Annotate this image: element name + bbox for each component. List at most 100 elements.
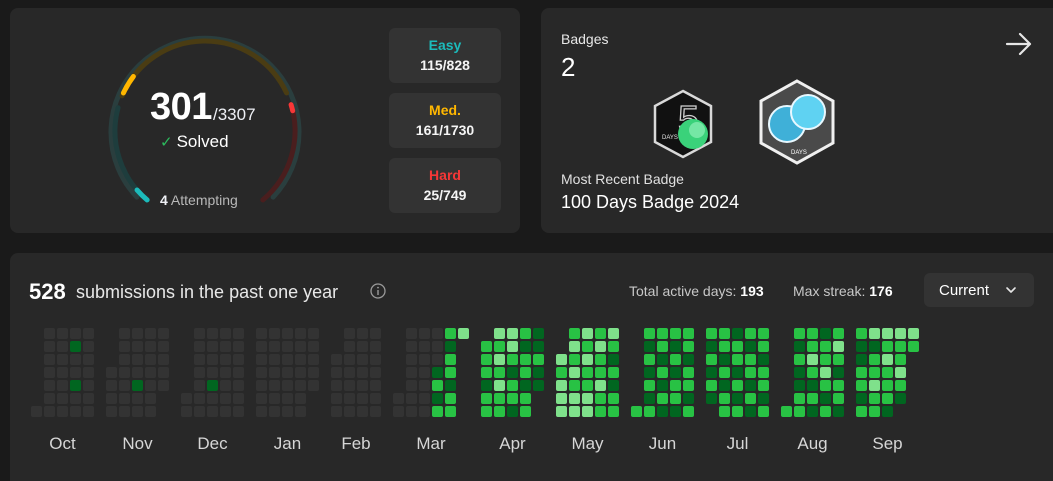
heatmap-day-cell[interactable] — [406, 393, 417, 404]
heatmap-day-cell[interactable] — [820, 341, 831, 352]
heatmap-day-cell[interactable] — [308, 354, 319, 365]
heatmap-day-cell[interactable] — [432, 328, 443, 339]
heatmap-day-cell[interactable] — [145, 393, 156, 404]
heatmap-day-cell[interactable] — [569, 341, 580, 352]
heatmap-day-cell[interactable] — [833, 354, 844, 365]
heatmap-day-cell[interactable] — [158, 354, 169, 365]
heatmap-day-cell[interactable] — [719, 406, 730, 417]
heatmap-day-cell[interactable] — [745, 354, 756, 365]
heatmap-day-cell[interactable] — [582, 393, 593, 404]
heatmap-day-cell[interactable] — [233, 367, 244, 378]
heatmap-day-cell[interactable] — [644, 341, 655, 352]
hard-stat-box[interactable]: Hard 25/749 — [389, 158, 501, 213]
heatmap-day-cell[interactable] — [556, 406, 567, 417]
heatmap-day-cell[interactable] — [44, 341, 55, 352]
heatmap-day-cell[interactable] — [569, 380, 580, 391]
heatmap-day-cell[interactable] — [507, 328, 518, 339]
heatmap-day-cell[interactable] — [732, 380, 743, 391]
heatmap-day-cell[interactable] — [220, 341, 231, 352]
heatmap-day-cell[interactable] — [608, 341, 619, 352]
heatmap-day-cell[interactable] — [745, 380, 756, 391]
heatmap-day-cell[interactable] — [595, 354, 606, 365]
heatmap-day-cell[interactable] — [833, 341, 844, 352]
heatmap-day-cell[interactable] — [70, 406, 81, 417]
heatmap-day-cell[interactable] — [520, 393, 531, 404]
heatmap-day-cell[interactable] — [631, 406, 642, 417]
heatmap-day-cell[interactable] — [370, 354, 381, 365]
heatmap-day-cell[interactable] — [706, 380, 717, 391]
heatmap-day-cell[interactable] — [282, 406, 293, 417]
heatmap-day-cell[interactable] — [856, 393, 867, 404]
heatmap-day-cell[interactable] — [657, 341, 668, 352]
heatmap-day-cell[interactable] — [344, 341, 355, 352]
heatmap-day-cell[interactable] — [132, 393, 143, 404]
heatmap-day-cell[interactable] — [419, 341, 430, 352]
heatmap-day-cell[interactable] — [119, 406, 130, 417]
heatmap-day-cell[interactable] — [683, 328, 694, 339]
heatmap-day-cell[interactable] — [595, 393, 606, 404]
heatmap-day-cell[interactable] — [220, 367, 231, 378]
heatmap-day-cell[interactable] — [794, 367, 805, 378]
heatmap-day-cell[interactable] — [882, 328, 893, 339]
heatmap-day-cell[interactable] — [520, 406, 531, 417]
heatmap-day-cell[interactable] — [419, 367, 430, 378]
heatmap-day-cell[interactable] — [895, 354, 906, 365]
easy-stat-box[interactable]: Easy 115/828 — [389, 28, 501, 83]
heatmap-day-cell[interactable] — [608, 354, 619, 365]
heatmap-day-cell[interactable] — [194, 354, 205, 365]
heatmap-day-cell[interactable] — [432, 380, 443, 391]
heatmap-day-cell[interactable] — [758, 328, 769, 339]
heatmap-day-cell[interactable] — [556, 354, 567, 365]
heatmap-day-cell[interactable] — [533, 354, 544, 365]
heatmap-day-cell[interactable] — [895, 341, 906, 352]
heatmap-day-cell[interactable] — [820, 354, 831, 365]
heatmap-day-cell[interactable] — [869, 341, 880, 352]
heatmap-day-cell[interactable] — [745, 367, 756, 378]
heatmap-day-cell[interactable] — [331, 406, 342, 417]
heatmap-day-cell[interactable] — [882, 393, 893, 404]
heatmap-day-cell[interactable] — [357, 380, 368, 391]
heatmap-day-cell[interactable] — [106, 406, 117, 417]
heatmap-day-cell[interactable] — [70, 354, 81, 365]
heatmap-day-cell[interactable] — [344, 380, 355, 391]
heatmap-day-cell[interactable] — [582, 354, 593, 365]
heatmap-day-cell[interactable] — [370, 380, 381, 391]
heatmap-day-cell[interactable] — [233, 341, 244, 352]
heatmap-day-cell[interactable] — [70, 328, 81, 339]
heatmap-day-cell[interactable] — [481, 380, 492, 391]
heatmap-day-cell[interactable] — [106, 367, 117, 378]
heatmap-day-cell[interactable] — [357, 328, 368, 339]
heatmap-day-cell[interactable] — [445, 341, 456, 352]
heatmap-day-cell[interactable] — [706, 367, 717, 378]
heatmap-day-cell[interactable] — [269, 367, 280, 378]
heatmap-day-cell[interactable] — [83, 367, 94, 378]
heatmap-day-cell[interactable] — [882, 380, 893, 391]
heatmap-day-cell[interactable] — [282, 367, 293, 378]
heatmap-day-cell[interactable] — [644, 393, 655, 404]
heatmap-day-cell[interactable] — [745, 328, 756, 339]
heatmap-day-cell[interactable] — [683, 341, 694, 352]
heatmap-day-cell[interactable] — [820, 367, 831, 378]
heatmap-day-cell[interactable] — [833, 328, 844, 339]
heatmap-day-cell[interactable] — [295, 341, 306, 352]
heatmap-day-cell[interactable] — [856, 367, 867, 378]
heatmap-day-cell[interactable] — [233, 328, 244, 339]
heatmap-day-cell[interactable] — [132, 406, 143, 417]
heatmap-day-cell[interactable] — [908, 328, 919, 339]
heatmap-day-cell[interactable] — [657, 354, 668, 365]
heatmap-day-cell[interactable] — [569, 406, 580, 417]
heatmap-day-cell[interactable] — [758, 406, 769, 417]
heatmap-day-cell[interactable] — [83, 328, 94, 339]
heatmap-day-cell[interactable] — [882, 354, 893, 365]
arrow-right-icon[interactable] — [1003, 28, 1035, 60]
heatmap-day-cell[interactable] — [445, 354, 456, 365]
heatmap-day-cell[interactable] — [895, 393, 906, 404]
heatmap-day-cell[interactable] — [670, 393, 681, 404]
heatmap-day-cell[interactable] — [569, 354, 580, 365]
heatmap-day-cell[interactable] — [719, 393, 730, 404]
heatmap-day-cell[interactable] — [295, 328, 306, 339]
heatmap-day-cell[interactable] — [132, 367, 143, 378]
heatmap-day-cell[interactable] — [556, 380, 567, 391]
heatmap-day-cell[interactable] — [145, 367, 156, 378]
heatmap-day-cell[interactable] — [745, 406, 756, 417]
